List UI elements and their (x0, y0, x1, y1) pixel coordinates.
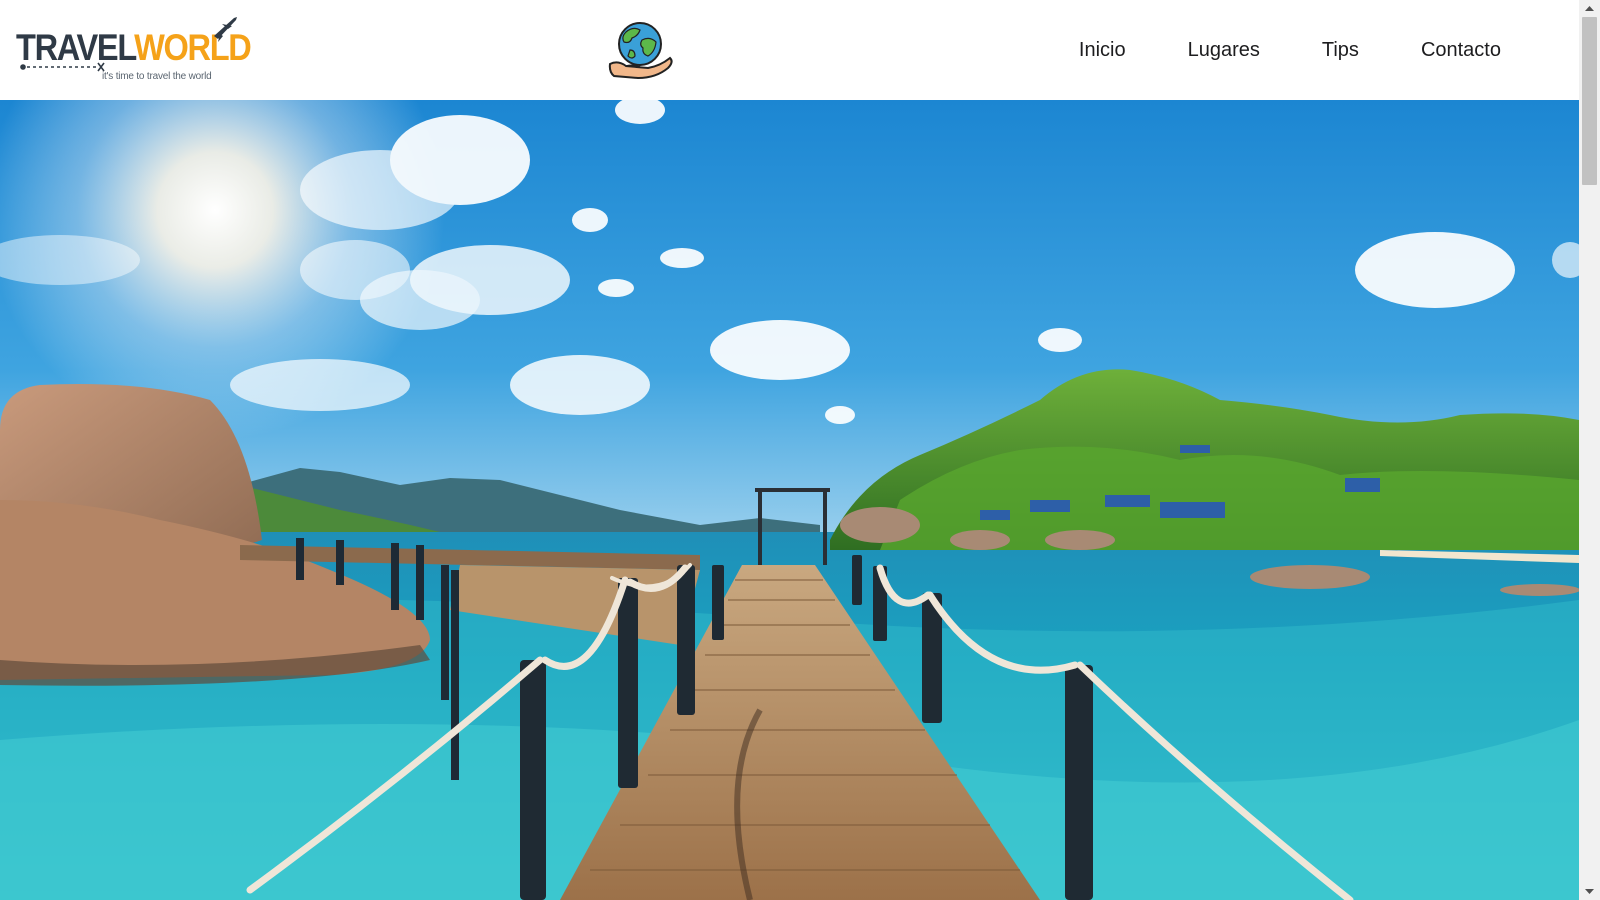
scroll-down-arrow-icon[interactable] (1579, 883, 1600, 900)
travel-world-logo[interactable]: TRAVELWORLD it's time to travel the worl… (16, 14, 252, 86)
page-scrollbar[interactable] (1579, 0, 1600, 900)
nav-link-lugares[interactable]: Lugares (1188, 38, 1260, 62)
main-nav: Inicio Lugares Tips Contacto (1017, 0, 1501, 100)
page: TRAVELWORLD it's time to travel the worl… (0, 0, 1579, 900)
tropical-pier-photo (0, 100, 1579, 900)
hero-banner (0, 100, 1579, 900)
globe-in-hand-icon (608, 22, 673, 80)
scrollbar-thumb[interactable] (1582, 17, 1597, 185)
nav-link-contacto[interactable]: Contacto (1421, 38, 1501, 62)
logo-tagline: it's time to travel the world (102, 71, 212, 82)
scroll-up-arrow-icon[interactable] (1579, 0, 1600, 17)
nav-link-inicio[interactable]: Inicio (1079, 38, 1126, 62)
plane-icon (214, 17, 237, 42)
nav-link-tips[interactable]: Tips (1322, 38, 1359, 62)
site-header: TRAVELWORLD it's time to travel the worl… (0, 0, 1579, 100)
